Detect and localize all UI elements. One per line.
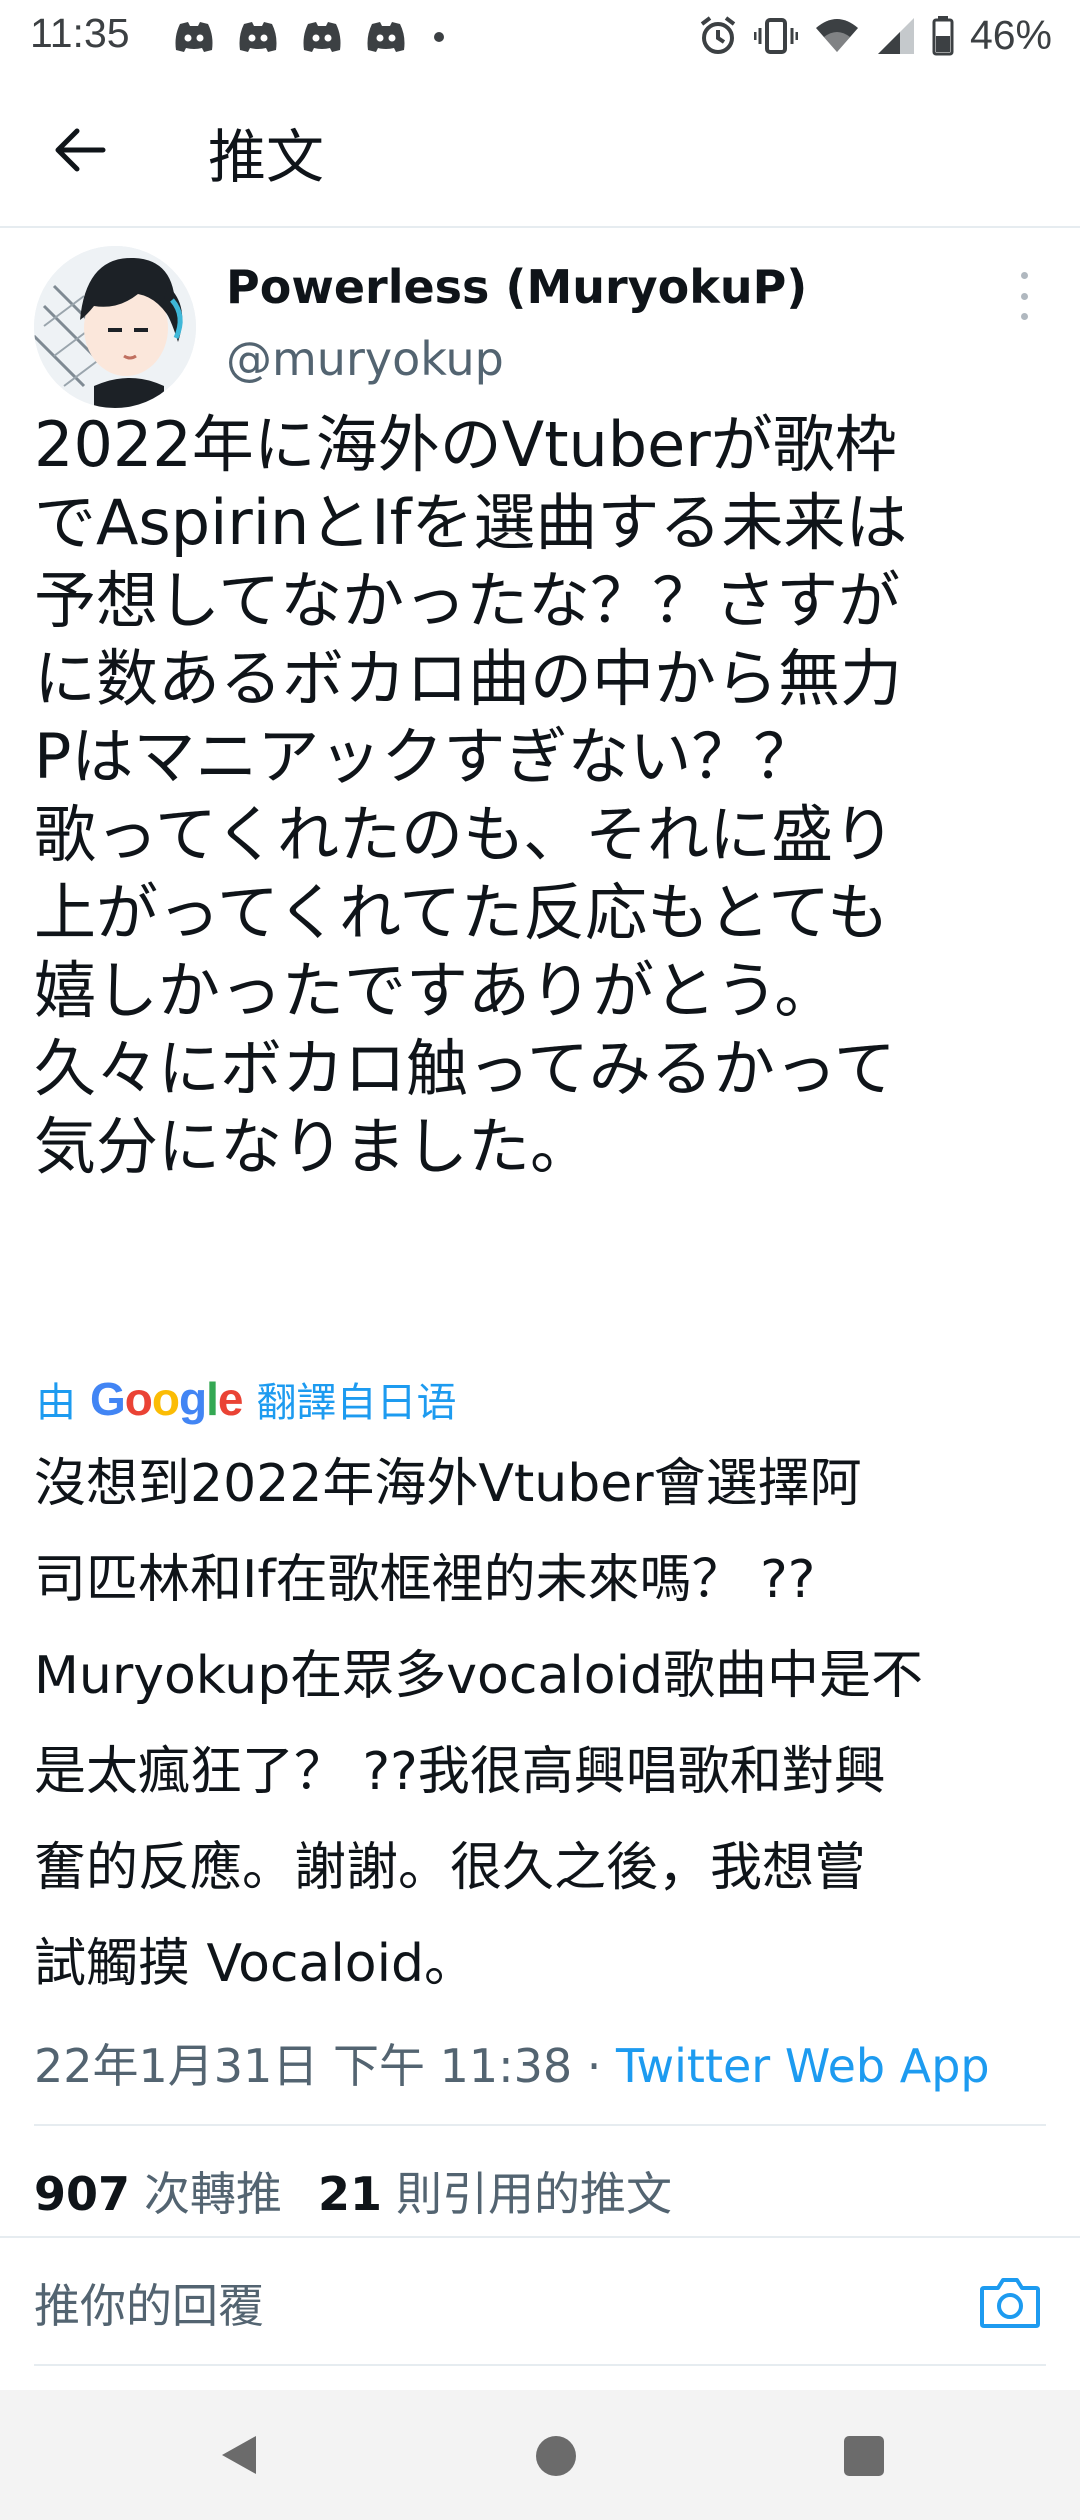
arrow-left-icon [55, 128, 106, 172]
status-time: 11:35 [30, 10, 130, 56]
alarm-icon [700, 15, 736, 54]
meta-separator: · [572, 2039, 617, 2093]
engagement-stats: 907 次轉推 21 則引用的推文 [34, 2158, 708, 2224]
quote-label: 則引用的推文 [396, 2167, 673, 2221]
avatar-illustration [34, 246, 196, 408]
quote-count: 21 [318, 2167, 383, 2221]
status-bar: 11:35 46% [0, 0, 1080, 74]
translation-suffix: 翻譯自日语 [256, 1380, 457, 1426]
wifi-icon [815, 18, 858, 52]
author-handle[interactable]: @muryokup [226, 332, 504, 386]
page-title: 推文 [208, 123, 325, 191]
camera-button[interactable] [978, 2274, 1042, 2332]
system-navigation-bar [0, 2390, 1080, 2520]
tweet-text: 2022年に海外のVtuberが歌枠 でAspirinとIfを選曲する未来は 予… [34, 408, 908, 1183]
avatar[interactable] [34, 246, 196, 408]
tweet-timestamp: 22年1月31日 下午 11:38 [34, 2039, 573, 2093]
source-app-link[interactable]: Twitter Web App [616, 2039, 990, 2093]
vibrate-icon [753, 17, 798, 54]
discord-icon [367, 22, 405, 52]
nav-back-icon[interactable] [216, 2432, 262, 2478]
top-app-bar: 推文 [0, 74, 1080, 228]
more-dot-icon [1020, 292, 1028, 300]
translation-prefix: 由 [36, 1380, 76, 1426]
tweet-metadata: 22年1月31日 下午 11:38 · Twitter Web App [34, 2030, 990, 2096]
more-notifications-dot [434, 32, 444, 42]
notification-icons [172, 18, 444, 56]
more-dot-icon [1020, 313, 1028, 320]
reply-input[interactable]: 推你的回覆 [34, 2270, 264, 2336]
reply-divider [34, 2364, 1046, 2366]
system-icons: 46% [698, 12, 1052, 59]
camera-icon [980, 2278, 1040, 2328]
discord-icon [175, 22, 213, 52]
nav-home-icon[interactable] [536, 2436, 576, 2476]
retweet-stat[interactable]: 907 次轉推 [34, 2158, 282, 2224]
reply-composer: 推你的回覆 [0, 2238, 1080, 2368]
quote-stat[interactable]: 21 則引用的推文 [318, 2158, 672, 2224]
more-dot-icon [1020, 272, 1028, 279]
discord-icon [303, 22, 341, 52]
retweet-count: 907 [34, 2167, 131, 2221]
translated-tweet-text: 沒想到2022年海外Vtuber會選擇阿 司匹林和If在歌框裡的未來嗎？ ?? … [34, 1454, 924, 1994]
signal-icon [877, 17, 914, 54]
back-button[interactable] [44, 114, 116, 186]
author-name[interactable]: Powerless (MuryokuP) [226, 260, 807, 314]
google-logo: Google [90, 1373, 243, 1425]
battery-percentage: 46% [969, 12, 1052, 58]
battery-icon [932, 15, 954, 55]
retweet-label: 次轉推 [144, 2167, 283, 2221]
tweet-detail-screen: 11:35 46% 推文 Powerless (MuryokuP) @muryo… [0, 0, 1080, 2520]
discord-icon [239, 22, 277, 52]
divider [34, 2124, 1046, 2126]
more-options-button[interactable] [1004, 272, 1044, 320]
nav-recents-icon[interactable] [844, 2436, 884, 2476]
translation-attribution[interactable]: 由 Google 翻譯自日语 [36, 1370, 456, 1428]
